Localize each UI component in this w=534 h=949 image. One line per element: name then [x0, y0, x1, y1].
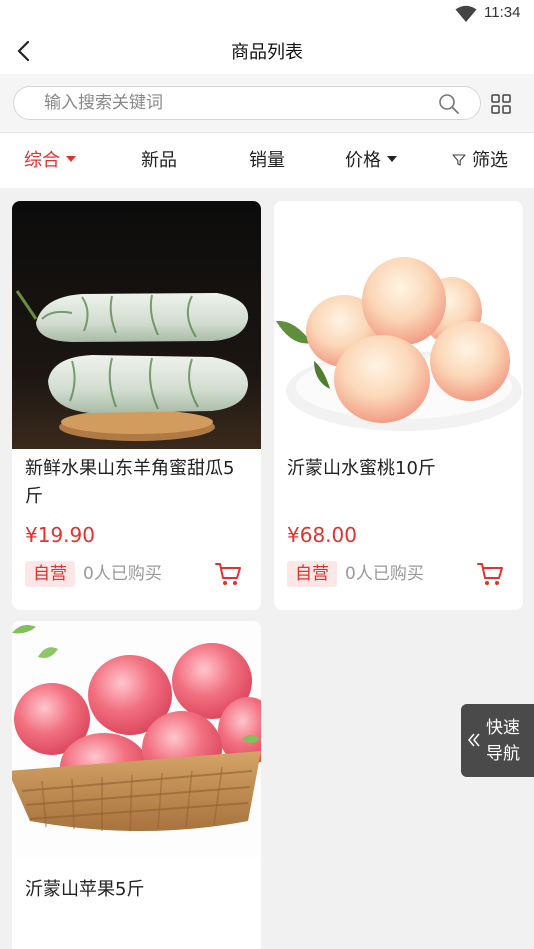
product-image-apple[interactable]: [12, 621, 261, 857]
status-bar: 11:34: [0, 0, 534, 28]
caret-down-icon: [66, 156, 76, 162]
search-icon[interactable]: [438, 93, 460, 115]
sort-new-label: 新品: [141, 150, 177, 171]
product-name[interactable]: 沂蒙山水蜜桃10斤: [287, 455, 512, 483]
product-card[interactable]: 新鲜水果山东羊角蜜甜瓜5斤 ¥19.90 自营 0人已购买: [12, 201, 261, 610]
self-operated-badge: 自营: [25, 561, 75, 587]
quick-nav-line2: 导航: [486, 744, 520, 764]
self-operated-badge: 自营: [287, 561, 337, 587]
sort-sales-label: 销量: [249, 150, 285, 171]
double-chevron-left-icon: [468, 733, 480, 747]
sort-price-label: 价格: [345, 150, 381, 171]
sold-count: 0人已购买: [83, 564, 162, 584]
caret-down-icon: [387, 156, 397, 162]
sort-filter[interactable]: 筛选: [452, 133, 508, 189]
search-input[interactable]: [44, 89, 434, 117]
status-time: 11:34: [484, 4, 521, 21]
quick-nav-line1: 快速: [486, 718, 520, 738]
grid-view-icon[interactable]: [490, 93, 512, 115]
product-price: ¥68.00: [287, 523, 357, 547]
sort-bar: 综合 新品 销量 价格 筛选: [0, 132, 534, 188]
product-card[interactable]: 沂蒙山水蜜桃10斤 ¥68.00 自营 0人已购买: [274, 201, 523, 610]
search-bar: [0, 74, 534, 132]
cart-icon[interactable]: [476, 560, 504, 588]
sort-sales[interactable]: 销量: [249, 133, 285, 189]
sort-comprehensive[interactable]: 综合: [24, 133, 76, 189]
product-image-peach[interactable]: [274, 201, 523, 449]
product-image-melon[interactable]: [12, 201, 261, 449]
sold-count: 0人已购买: [345, 564, 424, 584]
filter-icon: [452, 154, 466, 166]
sort-comprehensive-label: 综合: [24, 150, 60, 171]
quick-nav-button[interactable]: 快速 导航: [461, 704, 534, 777]
search-box[interactable]: [13, 86, 481, 120]
wifi-icon: [455, 5, 477, 22]
product-name[interactable]: 沂蒙山苹果5斤: [25, 876, 250, 904]
sort-new[interactable]: 新品: [141, 133, 177, 189]
product-price: ¥19.90: [25, 523, 95, 547]
page-title: 商品列表: [231, 42, 303, 63]
cart-icon[interactable]: [214, 560, 242, 588]
product-name[interactable]: 新鲜水果山东羊角蜜甜瓜5斤: [25, 455, 250, 511]
product-card[interactable]: 沂蒙山苹果5斤: [12, 621, 261, 949]
sort-filter-label: 筛选: [472, 150, 508, 171]
sort-price[interactable]: 价格: [345, 133, 397, 189]
quick-nav-label: 快速 导航: [486, 715, 526, 767]
nav-bar: 商品列表: [0, 28, 534, 74]
